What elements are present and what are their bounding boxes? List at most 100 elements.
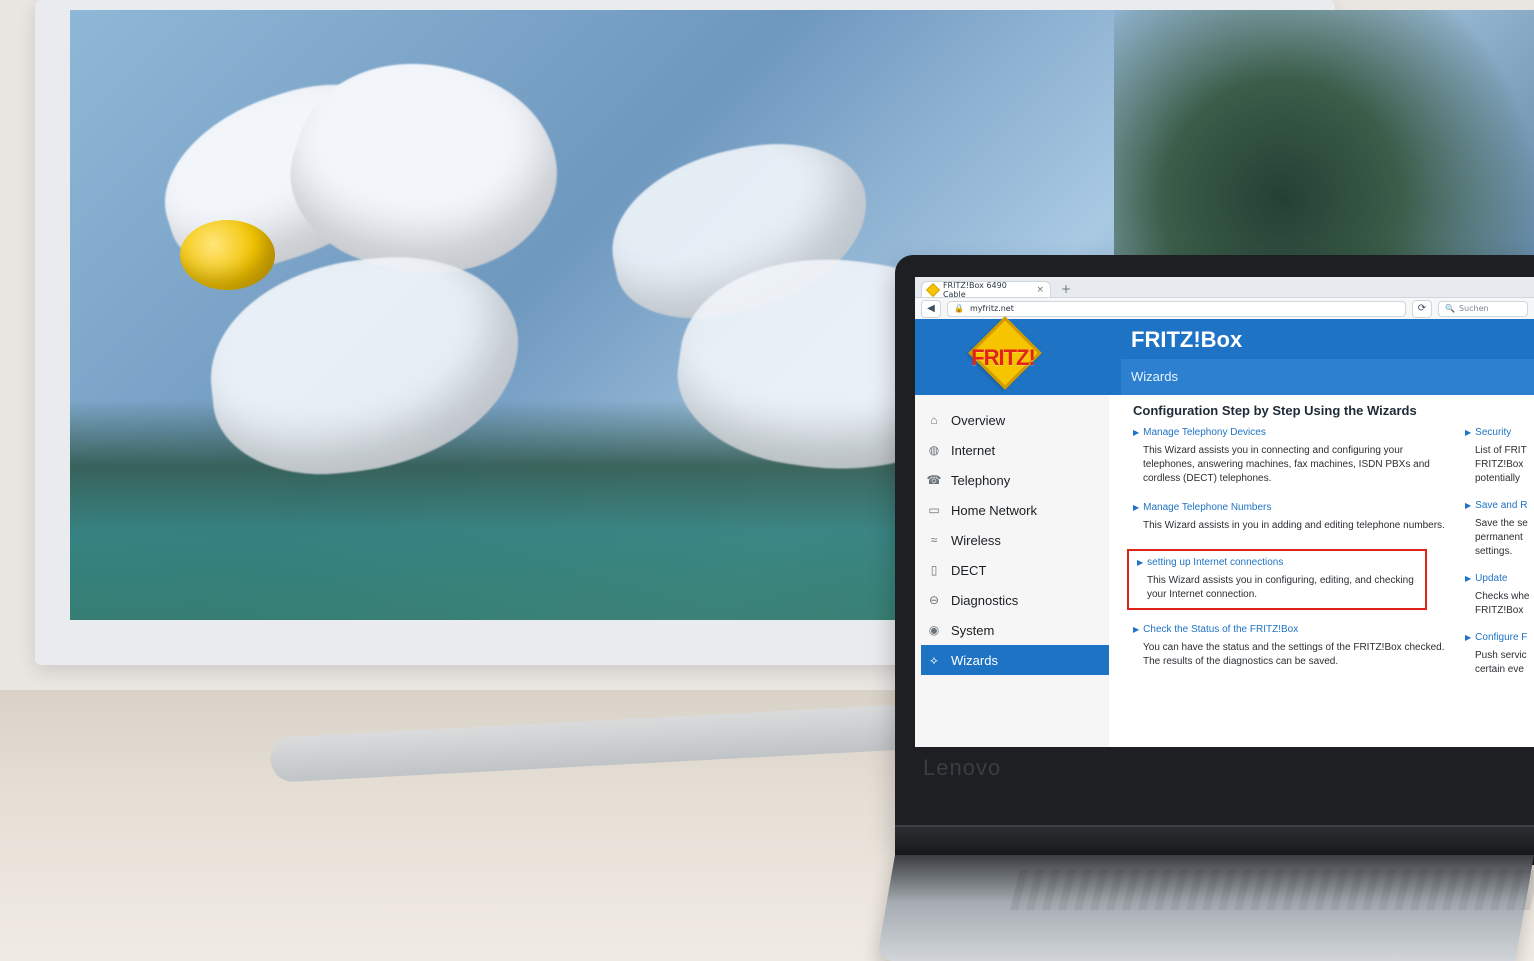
sidebar-menu: ⌂ Overview ◍ Internet ☎ Telephony ▭ Home… xyxy=(921,405,1109,675)
wizard-description: Save the se permanent settings. xyxy=(1475,518,1528,557)
wizard-link-label: Save and R xyxy=(1475,500,1528,511)
photo-scene: FRITZ!Box 6490 Cable × + ◀ 🔒 myfritz.net… xyxy=(0,0,1534,961)
home-icon: ⌂ xyxy=(930,413,938,427)
section-bar xyxy=(1121,359,1534,395)
sidebar-item-label: Diagnostics xyxy=(951,592,1019,608)
wizard-item: ▶ Manage Telephone Numbers This Wizard as… xyxy=(1133,502,1453,533)
wizard-item: ▶ Manage Telephony Devices This Wizard as… xyxy=(1133,427,1453,486)
wizard-link[interactable]: ▶ Manage Telephony Devices xyxy=(1133,427,1453,438)
laptop: FRITZ!Box 6490 Cable × + ◀ 🔒 myfritz.net… xyxy=(876,255,1534,961)
main-content: Configuration Step by Step Using the Wiz… xyxy=(1121,395,1534,747)
wizard-link[interactable]: ▶ Check the Status of the FRITZ!Box xyxy=(1133,624,1453,635)
close-tab-icon[interactable]: × xyxy=(1036,285,1044,295)
wizard-item: ▶ Security List of FRIT FRITZ!Box potenti… xyxy=(1465,427,1534,486)
device-brand: Lenovo xyxy=(923,755,1002,780)
globe-icon: ◍ xyxy=(928,443,940,457)
sidebar-item-label: Telephony xyxy=(951,472,1011,488)
triangle-icon: ▶ xyxy=(1133,428,1140,437)
wizard-description: Push servic certain eve xyxy=(1475,650,1527,675)
wizard-description: You can have the status and the settings… xyxy=(1143,642,1445,667)
fritz-logo: FRITZ! xyxy=(957,316,1049,390)
back-button[interactable]: ◀ xyxy=(921,299,941,318)
sidebar-item-wizards[interactable]: ⟡ Wizards xyxy=(921,645,1109,675)
left-column: ▶ Manage Telephony Devices This Wizard as… xyxy=(1127,427,1453,685)
phone-icon: ☎ xyxy=(926,473,942,487)
wizard-link-label: Security xyxy=(1475,427,1512,438)
wizard-link-label: Update xyxy=(1475,573,1508,584)
search-box[interactable]: 🔍 Suchen xyxy=(1438,300,1528,317)
sidebar-item-wireless[interactable]: ≈ Wireless xyxy=(921,525,1109,555)
system-icon: ◉ xyxy=(928,623,940,637)
sidebar-item-label: Internet xyxy=(951,442,996,458)
search-icon: 🔍 xyxy=(1445,304,1455,313)
daisy-center xyxy=(180,220,275,290)
wizard-link-label: Configure F xyxy=(1475,632,1528,643)
wizard-description: Checks whe FRITZ!Box xyxy=(1475,591,1530,616)
sidebar-item-label: Home Network xyxy=(951,502,1037,518)
wizard-link[interactable]: ▶ Configure F xyxy=(1465,632,1534,643)
wizard-link-label: Manage Telephony Devices xyxy=(1143,427,1266,438)
sidebar-item-system[interactable]: ◉ System xyxy=(921,615,1109,645)
fritzbox-header: FRITZ! FRITZ!Box Wizards xyxy=(915,316,1534,395)
reload-button[interactable]: ⟳ xyxy=(1412,299,1432,318)
wizard-link[interactable]: ▶ Manage Telephone Numbers xyxy=(1133,502,1453,513)
wizard-link-label: Check the Status of the FRITZ!Box xyxy=(1143,624,1299,635)
section-title: Wizards xyxy=(1131,369,1178,384)
wifi-icon: ≈ xyxy=(930,533,938,547)
new-tab-button[interactable]: + xyxy=(1057,281,1075,297)
content-heading: Configuration Step by Step Using the Wiz… xyxy=(1133,403,1417,418)
sidebar-item-label: DECT xyxy=(951,562,987,578)
wizard-link[interactable]: ▶ setting up Internet connections xyxy=(1137,557,1417,568)
browser-window: FRITZ!Box 6490 Cable × + ◀ 🔒 myfritz.net… xyxy=(915,277,1534,747)
diagnostics-icon: ⊖ xyxy=(928,593,940,607)
fritz-logo-text: FRITZ! xyxy=(971,345,1036,370)
sidebar-item-internet[interactable]: ◍ Internet xyxy=(921,435,1109,465)
triangle-icon: ▶ xyxy=(1465,428,1472,437)
triangle-icon: ▶ xyxy=(1133,625,1140,634)
wizard-description: This Wizard assists in you in adding and… xyxy=(1143,520,1445,531)
browser-tabbar: FRITZ!Box 6490 Cable × + xyxy=(915,277,1534,299)
browser-navbar: ◀ 🔒 myfritz.net ⟳ 🔍 Suchen xyxy=(915,298,1534,320)
keyboard-keys xyxy=(1010,870,1534,910)
wizard-description: This Wizard assists you in configuring, … xyxy=(1147,575,1414,600)
wizard-link[interactable]: ▶ Save and R xyxy=(1465,500,1534,511)
wizard-item: ▶ Update Checks whe FRITZ!Box xyxy=(1465,573,1534,618)
triangle-icon: ▶ xyxy=(1137,558,1144,567)
laptop-screen: FRITZ!Box 6490 Cable × + ◀ 🔒 myfritz.net… xyxy=(915,277,1534,747)
wizard-link[interactable]: ▶ Security xyxy=(1465,427,1534,438)
wizard-item: ▶ Check the Status of the FRITZ!Box You c… xyxy=(1133,624,1453,669)
sidebar-item-dect[interactable]: ▯ DECT xyxy=(921,555,1109,585)
highlighted-wizard: ▶ setting up Internet connections This Wi… xyxy=(1127,549,1427,610)
dect-icon: ▯ xyxy=(930,563,938,577)
network-icon: ▭ xyxy=(928,503,940,517)
favicon-icon xyxy=(925,282,941,297)
sidebar: ⌂ Overview ◍ Internet ☎ Telephony ▭ Home… xyxy=(915,395,1109,747)
sidebar-item-overview[interactable]: ⌂ Overview xyxy=(921,405,1109,435)
triangle-icon: ▶ xyxy=(1133,503,1140,512)
sidebar-item-telephony[interactable]: ☎ Telephony xyxy=(921,465,1109,495)
sidebar-item-home-network[interactable]: ▭ Home Network xyxy=(921,495,1109,525)
right-column: ▶ Security List of FRIT FRITZ!Box potenti… xyxy=(1465,427,1534,691)
triangle-icon: ▶ xyxy=(1465,633,1472,642)
page-title: FRITZ!Box xyxy=(1131,327,1243,352)
wizard-description: This Wizard assists you in connecting an… xyxy=(1143,445,1430,484)
address-host: myfritz.net xyxy=(969,304,1014,313)
triangle-icon: ▶ xyxy=(1465,574,1472,583)
wizard-icon: ⟡ xyxy=(930,652,938,667)
wizard-description: List of FRIT FRITZ!Box potentially xyxy=(1475,445,1527,484)
sidebar-item-label: Wireless xyxy=(951,532,1001,548)
sidebar-item-label: Overview xyxy=(951,412,1006,428)
lock-icon: 🔒 xyxy=(954,304,964,313)
wizard-item: ▶ Save and R Save the se permanent settin… xyxy=(1465,500,1534,559)
sidebar-item-diagnostics[interactable]: ⊖ Diagnostics xyxy=(921,585,1109,615)
wizard-link-label: setting up Internet connections xyxy=(1147,557,1284,568)
wizard-link-label: Manage Telephone Numbers xyxy=(1143,502,1272,513)
wizard-link[interactable]: ▶ Update xyxy=(1465,573,1534,584)
browser-tab[interactable]: FRITZ!Box 6490 Cable × xyxy=(921,281,1051,299)
wizard-item: ▶ Configure F Push servic certain eve xyxy=(1465,632,1534,677)
triangle-icon: ▶ xyxy=(1465,501,1472,510)
sidebar-item-label: System xyxy=(951,622,995,638)
fritzbox-page: FRITZ! FRITZ!Box Wizards ⌂ Overview ◍ In… xyxy=(915,316,1534,747)
address-bar[interactable]: 🔒 myfritz.net xyxy=(947,300,1406,317)
sidebar-item-label: Wizards xyxy=(951,652,998,668)
